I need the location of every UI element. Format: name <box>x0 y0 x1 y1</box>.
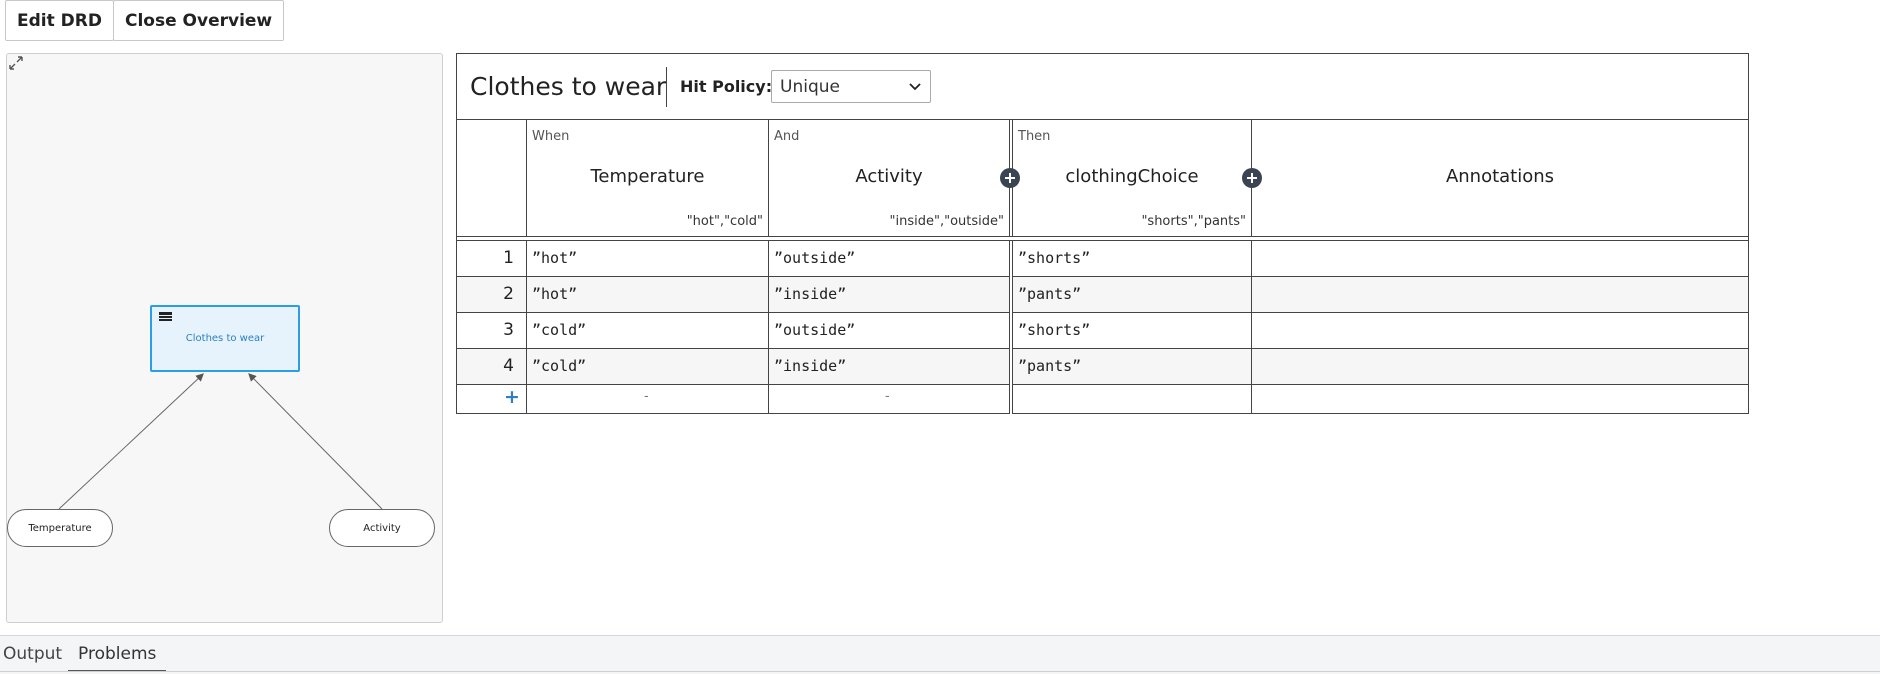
table-row[interactable]: 2 ”hot” ”inside” ”pants” <box>457 277 1748 313</box>
table-row[interactable]: 4 ”cold” ”inside” ”pants” <box>457 349 1748 385</box>
drd-decision-label: Clothes to wear <box>185 333 265 344</box>
input-entry-temperature[interactable]: ”hot” <box>527 241 577 276</box>
input-column-activity[interactable]: And Activity "inside","outside" <box>769 120 1009 238</box>
output-entry[interactable]: ”pants” <box>1013 277 1081 312</box>
information-requirement-temperature <box>58 373 204 510</box>
column-title: Activity <box>855 166 923 187</box>
empty-entry-placeholder: - <box>885 389 890 404</box>
decision-table: Clothes to wear Hit Policy: Unique When … <box>456 53 1749 414</box>
grid-line <box>526 120 527 414</box>
column-title: Annotations <box>1445 166 1555 187</box>
bottom-divider <box>0 671 1880 672</box>
decision-name[interactable]: Clothes to wear <box>470 72 666 101</box>
close-overview-button[interactable]: Close Overview <box>113 0 285 41</box>
row-index: 1 <box>503 248 514 268</box>
hit-policy-label: Hit Policy: <box>680 77 773 96</box>
drd-decision-node[interactable]: Clothes to wear <box>150 305 300 372</box>
grid-line <box>1251 120 1252 414</box>
header-divider <box>666 67 667 107</box>
decision-table-header: Clothes to wear Hit Policy: Unique <box>457 54 1748 120</box>
chevron-down-icon <box>909 83 921 91</box>
output-entry[interactable]: ”shorts” <box>1013 241 1090 276</box>
input-entry-temperature[interactable]: ”hot” <box>527 277 577 312</box>
add-rule-row: + - - <box>457 381 1748 414</box>
drd-input-activity[interactable]: Activity <box>329 509 435 547</box>
column-title: Temperature <box>590 166 705 187</box>
input-column-temperature[interactable]: When Temperature "hot","cold" <box>527 120 768 238</box>
tab-output[interactable]: Output <box>3 644 62 670</box>
column-keyword: And <box>774 129 800 144</box>
column-keyword: Then <box>1018 129 1051 144</box>
output-column-clothingchoice[interactable]: Then clothingChoice "shorts","pants" <box>1013 120 1251 238</box>
empty-entry-placeholder: - <box>644 389 649 404</box>
collapse-arrows-icon[interactable] <box>7 54 25 72</box>
input-entry-activity[interactable]: ”outside” <box>769 241 855 276</box>
table-row[interactable]: 1 ”hot” ”outside” ”shorts” <box>457 241 1748 277</box>
column-title: clothingChoice <box>1065 166 1199 187</box>
drd-overview-panel[interactable]: Clothes to wear Temperature Activity <box>6 53 443 623</box>
column-allowed-values: "shorts","pants" <box>1141 214 1246 229</box>
bottom-panel: Output Problems <box>0 635 1880 674</box>
output-entry[interactable]: ”shorts” <box>1013 313 1090 348</box>
input-entry-activity[interactable]: ”inside” <box>769 349 846 384</box>
column-allowed-values: "hot","cold" <box>686 214 763 229</box>
output-entry[interactable]: ”pants” <box>1013 349 1081 384</box>
add-output-column-icon[interactable] <box>1242 168 1262 188</box>
row-index: 4 <box>503 356 514 376</box>
header-row-separator <box>457 236 1748 241</box>
grid-line <box>768 120 769 414</box>
input-entry-activity[interactable]: ”outside” <box>769 313 855 348</box>
tab-problems[interactable]: Problems <box>68 644 167 672</box>
column-keyword: When <box>532 129 570 144</box>
annotations-column[interactable]: Annotations <box>1252 120 1748 238</box>
table-row[interactable]: 3 ”cold” ”outside” ”shorts” <box>457 313 1748 349</box>
table-icon <box>159 312 172 321</box>
grid-line-input-output-separator <box>1009 120 1013 414</box>
row-index: 2 <box>503 284 514 304</box>
column-allowed-values: "inside","outside" <box>889 214 1004 229</box>
input-entry-temperature[interactable]: ”cold” <box>527 349 586 384</box>
input-entry-temperature[interactable]: ”cold” <box>527 313 586 348</box>
add-input-column-icon[interactable] <box>1000 168 1020 188</box>
hit-policy-value: Unique <box>780 77 840 97</box>
add-rule-button[interactable]: + <box>504 386 520 408</box>
information-requirement-activity <box>248 373 383 510</box>
hit-policy-select[interactable]: Unique <box>771 70 931 103</box>
row-index: 3 <box>503 320 514 340</box>
edit-drd-button[interactable]: Edit DRD <box>5 0 114 41</box>
drd-input-temperature[interactable]: Temperature <box>7 509 113 547</box>
input-entry-activity[interactable]: ”inside” <box>769 277 846 312</box>
